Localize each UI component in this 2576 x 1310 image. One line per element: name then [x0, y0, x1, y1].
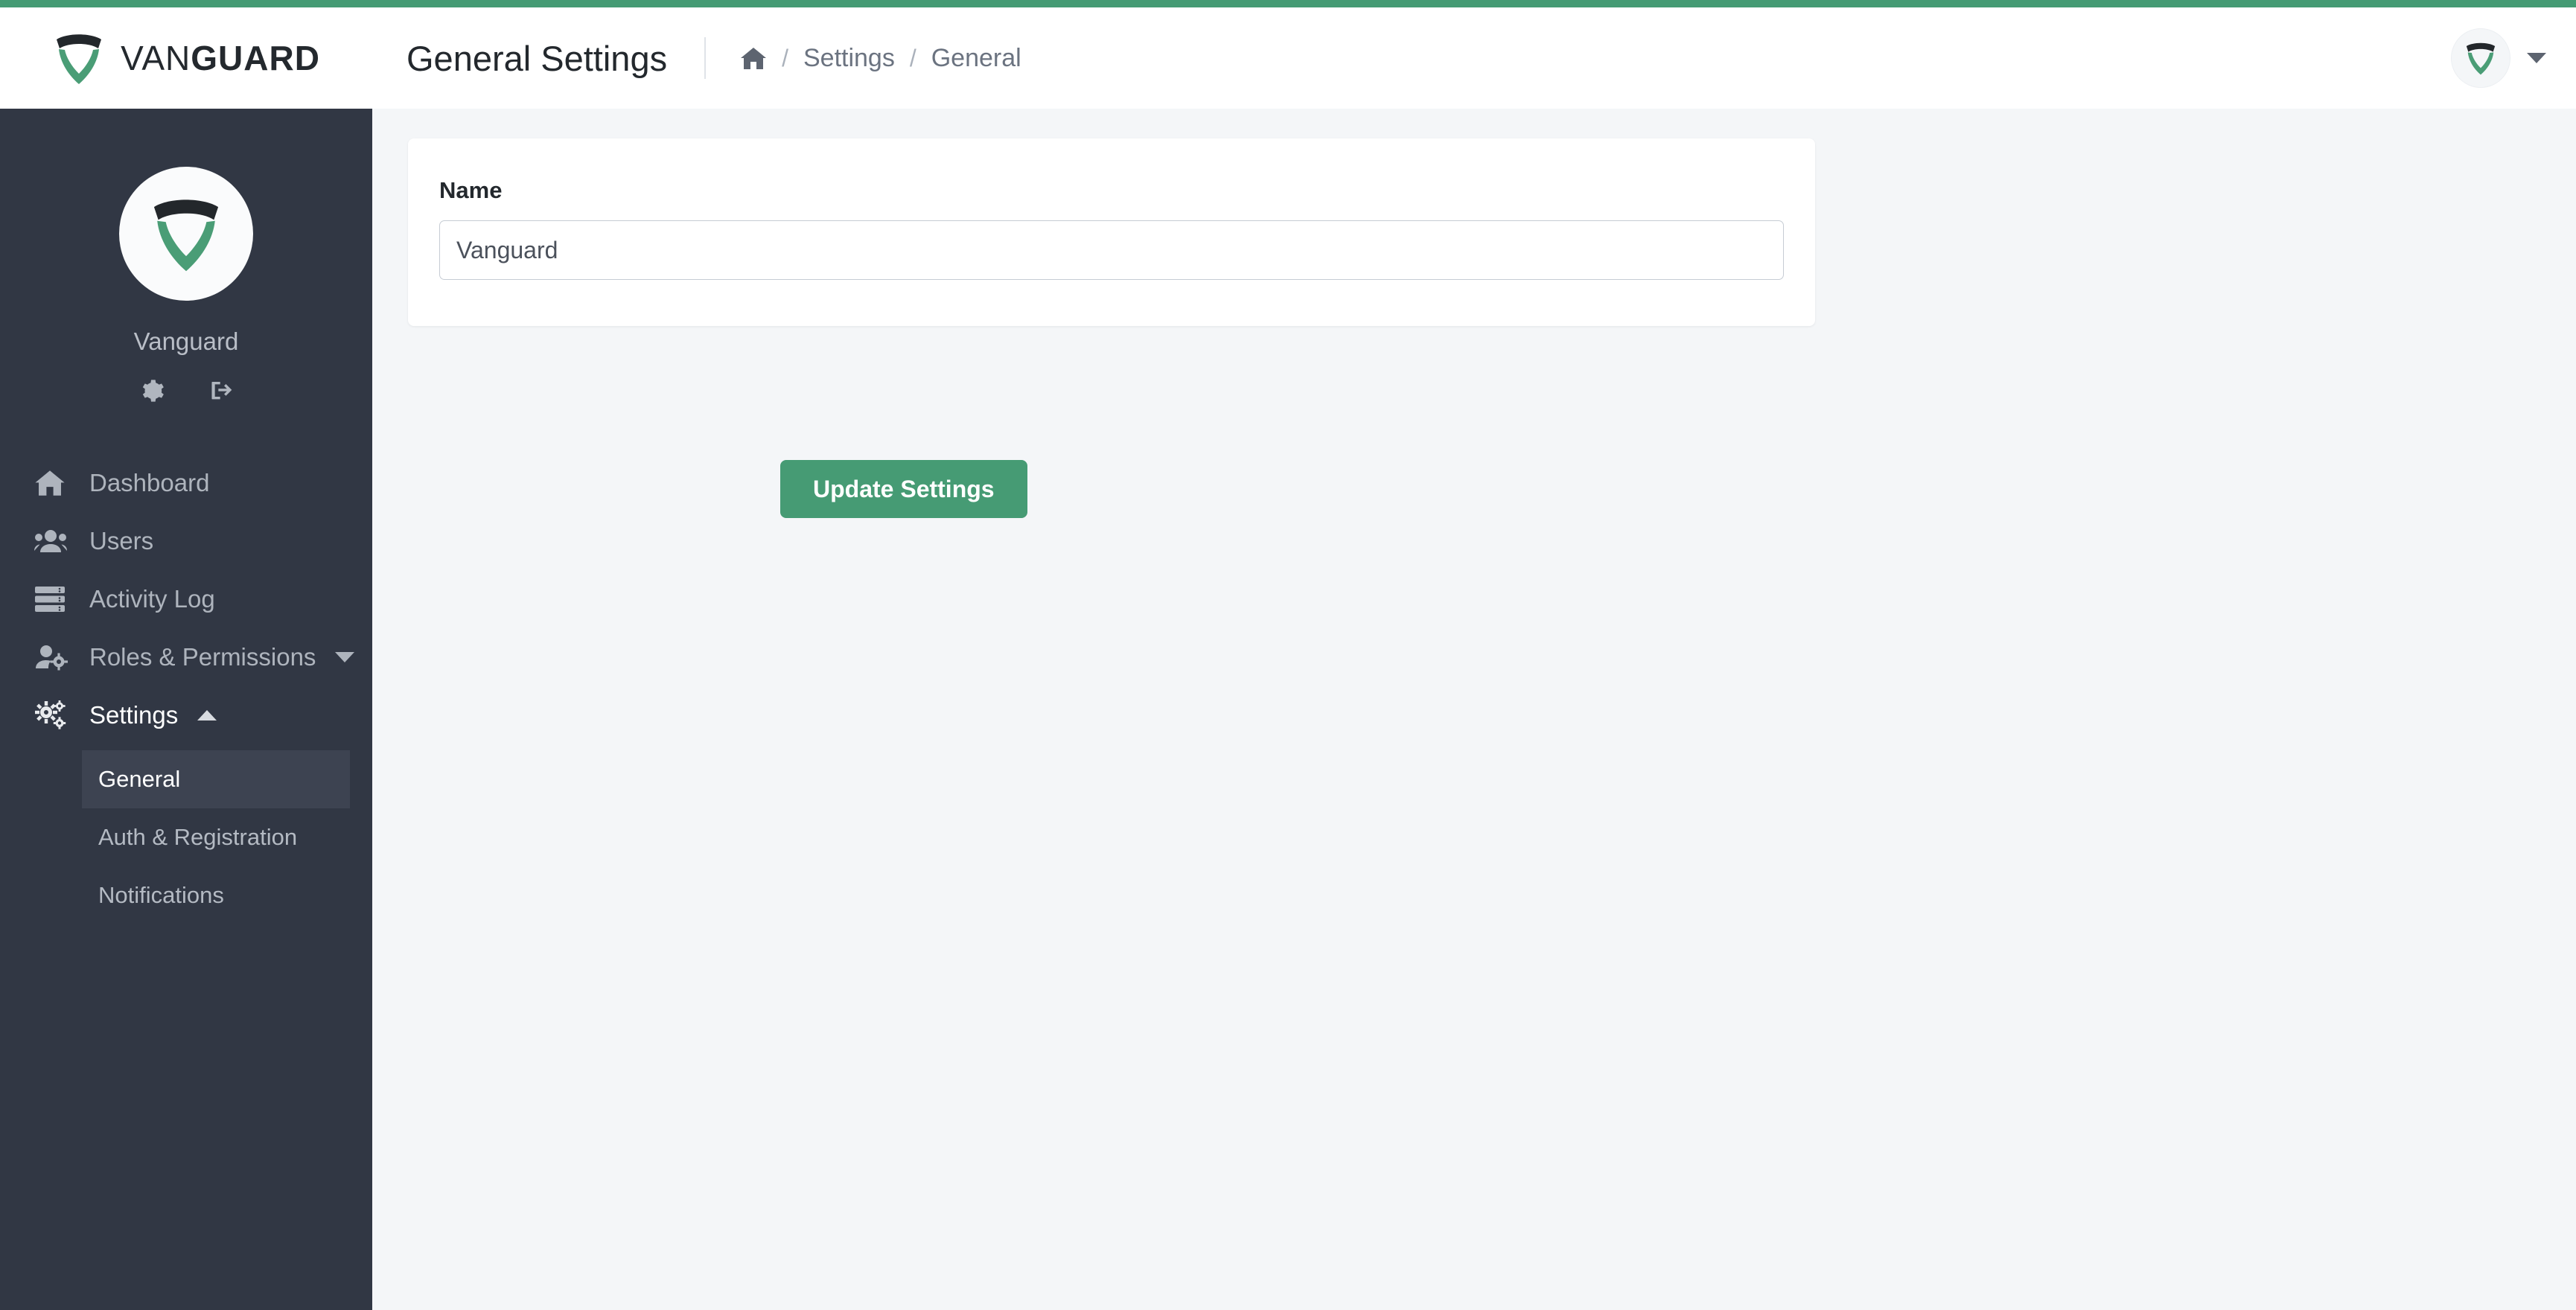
brand-name-bold: GUARD: [191, 39, 320, 77]
shield-icon: [52, 29, 106, 87]
profile-name: Vanguard: [134, 328, 239, 356]
home-icon: [34, 468, 68, 498]
breadcrumb-item-settings[interactable]: Settings: [803, 44, 895, 73]
sidebar-item-activity-log[interactable]: Activity Log: [0, 570, 372, 628]
name-input[interactable]: [439, 220, 1784, 280]
sidebar-item-label: Roles & Permissions: [89, 643, 316, 671]
page-title: General Settings: [407, 38, 667, 79]
sidebar-item-label: Users: [89, 527, 153, 555]
brand-name: VANGUARD: [121, 38, 320, 78]
gear-icon[interactable]: [139, 378, 165, 403]
sidebar-item-label: Activity Log: [89, 585, 215, 613]
sidebar-item-settings[interactable]: Settings: [0, 686, 372, 744]
breadcrumb-separator: /: [782, 45, 788, 72]
sidebar-subitem-label: General: [98, 766, 180, 793]
general-settings-card: Name: [408, 138, 1815, 326]
sidebar-item-users[interactable]: Users: [0, 512, 372, 570]
user-menu[interactable]: [2451, 7, 2546, 109]
sidebar-item-label: Dashboard: [89, 469, 209, 497]
sidebar: Vanguard Dashboard: [0, 109, 372, 1310]
header-divider: [704, 37, 706, 79]
sidebar-subitem-label: Notifications: [98, 882, 224, 909]
server-icon: [34, 584, 68, 614]
brand-logo-link[interactable]: VANGUARD: [0, 7, 372, 109]
top-accent-bar: [0, 0, 2576, 7]
breadcrumb-item-general: General: [931, 44, 1021, 73]
users-cog-icon: [34, 642, 68, 672]
name-field-label: Name: [439, 177, 1784, 204]
chevron-down-icon[interactable]: [2527, 53, 2546, 63]
sidebar-subitem-label: Auth & Registration: [98, 824, 297, 851]
chevron-up-icon[interactable]: [197, 710, 217, 720]
chevron-down-icon[interactable]: [335, 652, 354, 662]
home-icon[interactable]: [740, 46, 767, 71]
sidebar-item-label: Settings: [89, 701, 178, 729]
settings-subnav: General Auth & Registration Notification…: [0, 750, 372, 924]
breadcrumb: / Settings / General: [740, 44, 1021, 73]
avatar[interactable]: [2451, 28, 2510, 88]
brand-name-light: VAN: [121, 39, 191, 77]
main-content: Name Update Settings: [372, 109, 2576, 1310]
app-header: VANGUARD General Settings / Settings / G…: [0, 7, 2576, 109]
shield-icon: [147, 192, 225, 275]
profile-actions: [139, 378, 233, 403]
update-settings-button[interactable]: Update Settings: [780, 460, 1027, 518]
shield-icon: [2464, 39, 2498, 77]
sign-out-icon[interactable]: [208, 378, 233, 403]
cogs-icon: [34, 700, 68, 730]
breadcrumb-separator: /: [910, 45, 916, 72]
sidebar-profile: Vanguard: [0, 109, 372, 403]
sidebar-item-roles-permissions[interactable]: Roles & Permissions: [0, 628, 372, 686]
users-icon: [34, 526, 68, 556]
sidebar-item-dashboard[interactable]: Dashboard: [0, 454, 372, 512]
sidebar-nav: Dashboard Users: [0, 454, 372, 924]
profile-avatar[interactable]: [119, 167, 253, 301]
sidebar-subitem-notifications[interactable]: Notifications: [82, 866, 350, 924]
sidebar-subitem-auth-registration[interactable]: Auth & Registration: [82, 808, 350, 866]
sidebar-subitem-general[interactable]: General: [82, 750, 350, 808]
